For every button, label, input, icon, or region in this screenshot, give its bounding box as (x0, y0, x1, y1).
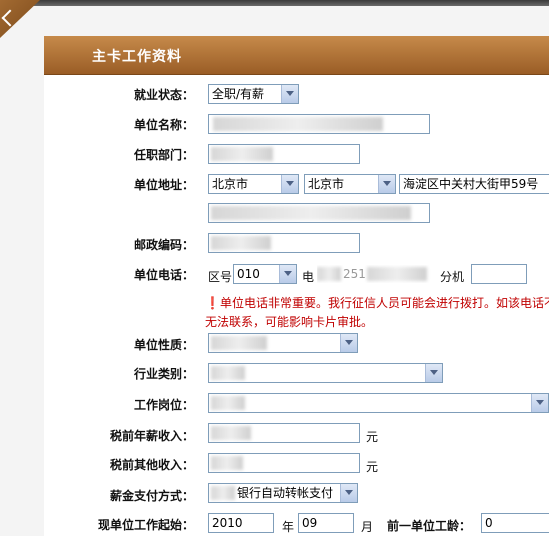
prev-years-input[interactable]: 0 (481, 513, 549, 533)
area-code-label: 区号 (208, 270, 233, 284)
company-name-label: 单位名称： (133, 118, 194, 132)
section-header: 主卡工作资料 (44, 36, 549, 75)
industry-label: 行业类别： (133, 367, 194, 381)
company-phone-label: 单位电话： (133, 268, 194, 282)
phone-warning-line2: 无法联系，可能影响卡片审批。 (205, 315, 374, 329)
extension-label: 分机 (440, 270, 465, 284)
position-select[interactable] (208, 393, 549, 413)
redacted-text (367, 267, 427, 281)
postal-code-label: 邮政编码： (133, 238, 194, 252)
redacted-text (211, 426, 251, 440)
redacted-text (213, 117, 383, 131)
warning-text-1: 单位电话非常重要。我行征信人员可能会进行拨打。如该电话不 (219, 296, 549, 310)
chevron-down-icon (281, 175, 298, 193)
redacted-text (211, 486, 235, 500)
redacted-text (317, 267, 341, 281)
redacted-text (211, 236, 271, 250)
start-month-value: 09 (302, 516, 318, 530)
chevron-down-icon (425, 364, 442, 382)
chevron-down-icon (531, 394, 548, 412)
annual-salary-unit: 元 (366, 430, 379, 444)
redacted-text (211, 456, 243, 470)
salary-payment-value: 银行自动转帐支付 (237, 486, 334, 500)
redacted-text (211, 206, 411, 220)
chevron-left-icon (1, 9, 19, 27)
annual-salary-label: 税前年薪收入： (109, 429, 194, 443)
department-label: 任职部门： (133, 148, 194, 162)
extension-input[interactable] (471, 264, 527, 284)
redacted-text (211, 366, 245, 380)
chevron-down-icon (378, 175, 395, 193)
window-top-bar (0, 0, 549, 6)
start-month-input[interactable]: 09 (298, 513, 354, 533)
employment-status-value: 全职/有薪 (212, 87, 265, 101)
salary-payment-label: 薪金支付方式： (109, 489, 194, 503)
prev-years-label: 前一单位工龄： (387, 519, 472, 533)
other-income-label: 税前其他收入： (109, 458, 194, 472)
company-name-input[interactable] (208, 114, 430, 134)
month-unit: 月 (361, 520, 374, 534)
redacted-text (211, 396, 245, 410)
phone-number-input[interactable]: 251 (316, 264, 434, 284)
salary-payment-select[interactable]: 银行自动转帐支付 (208, 483, 358, 503)
company-address-label: 单位地址： (133, 178, 194, 192)
employment-status-select[interactable]: 全职/有薪 (208, 84, 299, 104)
chevron-down-icon (340, 334, 357, 352)
collapse-tab[interactable] (0, 0, 40, 38)
annual-salary-input[interactable] (208, 423, 360, 443)
city-select[interactable]: 北京市 (304, 174, 396, 194)
other-income-input[interactable] (208, 453, 360, 473)
year-unit: 年 (282, 520, 295, 534)
start-year-value: 2010 (212, 516, 243, 530)
industry-select[interactable] (208, 363, 443, 383)
department-input[interactable] (208, 144, 360, 164)
area-code-select[interactable]: 010 (233, 264, 297, 284)
company-type-label: 单位性质： (133, 338, 194, 352)
start-year-input[interactable]: 2010 (208, 513, 274, 533)
prev-years-value: 0 (485, 516, 493, 530)
chevron-down-icon (340, 484, 357, 502)
province-select[interactable]: 北京市 (208, 174, 299, 194)
section-title: 主卡工作资料 (92, 49, 182, 65)
other-income-unit: 元 (366, 460, 379, 474)
job-start-label: 现单位工作起始： (97, 518, 194, 532)
area-code-value: 010 (237, 267, 260, 281)
position-label: 工作岗位： (133, 398, 194, 412)
company-type-select[interactable] (208, 333, 358, 353)
chevron-down-icon (279, 265, 296, 283)
address-detail-input[interactable] (208, 203, 430, 223)
warning-icon: ❗ (205, 296, 220, 310)
employment-status-label: 就业状态： (133, 88, 194, 102)
postal-code-input[interactable] (208, 233, 360, 253)
chevron-down-icon (281, 85, 298, 103)
address-input[interactable]: 海淀区中关村大街甲59号 (399, 174, 549, 194)
phone-warning-line1: ❗单位电话非常重要。我行征信人员可能会进行拨打。如该电话不 (205, 294, 549, 311)
city-value: 北京市 (308, 177, 345, 191)
province-value: 北京市 (212, 177, 249, 191)
phone-prefix-label: 电 (302, 270, 315, 284)
redacted-text (211, 147, 273, 161)
redacted-text (211, 336, 267, 350)
address-value: 海淀区中关村大街甲59号 (403, 177, 539, 191)
phone-partial-value: 251 (343, 267, 366, 281)
